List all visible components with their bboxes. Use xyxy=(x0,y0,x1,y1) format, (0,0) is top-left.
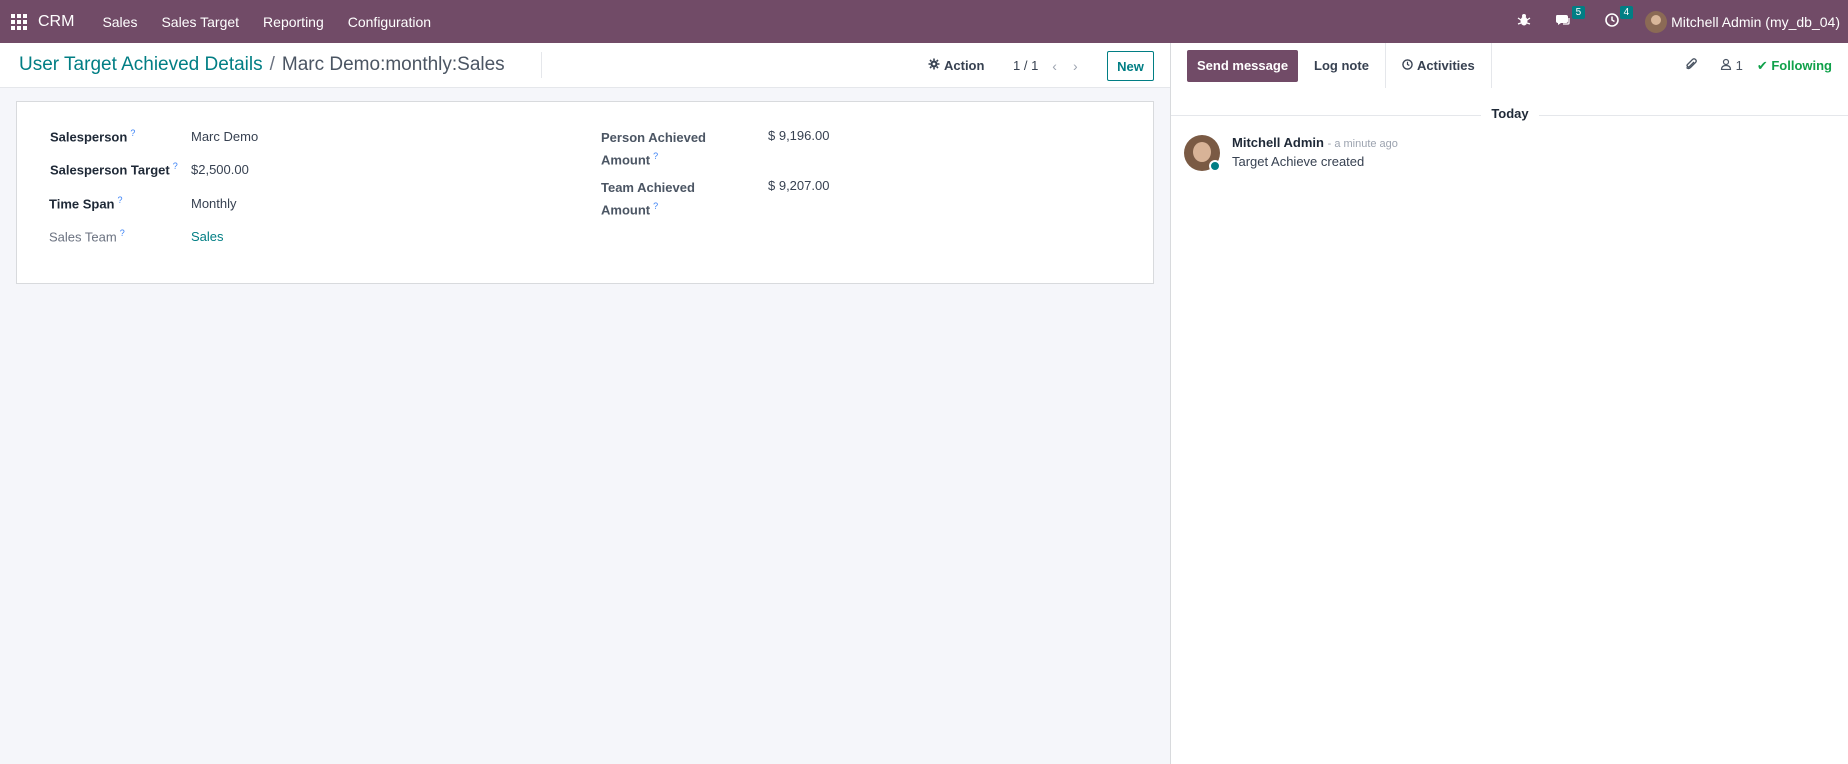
time-span-label: Time Span? xyxy=(49,195,123,212)
clock-icon xyxy=(1402,58,1413,73)
person-achieved-value: $ 9,196.00 xyxy=(768,128,830,143)
breadcrumb-divider xyxy=(540,52,542,78)
user-menu[interactable]: Mitchell Admin (my_db_04) xyxy=(1645,10,1840,33)
activities-button[interactable]: Activities xyxy=(1386,43,1492,88)
breadcrumb-separator: / xyxy=(269,54,275,75)
help-icon[interactable]: ? xyxy=(653,151,658,161)
help-icon[interactable]: ? xyxy=(130,128,135,138)
chevron-left-icon[interactable]: ‹ xyxy=(1052,58,1057,74)
menu-configuration[interactable]: Configuration xyxy=(336,14,443,30)
activities-count-badge: 4 xyxy=(1619,6,1634,19)
chevron-right-icon[interactable]: › xyxy=(1073,58,1078,74)
followers-button[interactable]: 1 xyxy=(1720,58,1743,73)
top-navbar: CRM Sales Sales Target Reporting Configu… xyxy=(0,0,1848,43)
form-sheet: Salesperson? Marc Demo Salesperson Targe… xyxy=(16,101,1154,284)
chatter-toolbar: Send message Log note Activities 1 ✔ Fol… xyxy=(1171,43,1848,88)
menu-reporting[interactable]: Reporting xyxy=(251,14,336,30)
menu-sales[interactable]: Sales xyxy=(90,14,149,30)
debug-bug-icon[interactable] xyxy=(1517,13,1531,30)
user-name: Mitchell Admin (my_db_04) xyxy=(1671,13,1840,30)
breadcrumb-current: Marc Demo:monthly:Sales xyxy=(281,54,505,75)
check-icon: ✔ xyxy=(1756,57,1768,73)
field-salesperson: Salesperson? xyxy=(50,128,135,144)
salesperson-target-value[interactable]: $2,500.00 xyxy=(191,162,249,177)
user-icon xyxy=(1720,58,1736,73)
pager-value[interactable]: 1 / 1 xyxy=(1013,58,1038,73)
user-avatar xyxy=(1645,10,1668,33)
field-sales-team: Sales Team? xyxy=(49,228,125,244)
apps-menu-icon[interactable] xyxy=(0,0,38,43)
field-team-achieved: Team Achieved Amount? xyxy=(601,178,695,219)
control-panel: User Target Achieved Details / Marc Demo… xyxy=(0,43,1170,88)
following-button[interactable]: ✔ Following xyxy=(1757,58,1832,74)
action-label: Action xyxy=(944,58,985,73)
chatter-message: Mitchell Admin - a minute ago Target Ach… xyxy=(1184,135,1398,172)
time-span-value[interactable]: Monthly xyxy=(191,196,237,211)
gear-icon xyxy=(928,58,940,73)
pager: 1 / 1 ‹ › xyxy=(1013,43,1078,88)
online-status-icon xyxy=(1209,160,1221,172)
app-brand[interactable]: CRM xyxy=(38,13,74,31)
salesperson-target-label: Salesperson Target? xyxy=(50,161,178,178)
message-author[interactable]: Mitchell Admin xyxy=(1232,135,1324,150)
menu-sales-target[interactable]: Sales Target xyxy=(149,14,251,30)
field-time-span: Time Span? xyxy=(49,195,123,211)
team-achieved-label-line2: Amount? xyxy=(601,201,659,218)
log-note-button[interactable]: Log note xyxy=(1298,43,1386,88)
new-record-button[interactable]: New xyxy=(1107,51,1154,81)
date-divider: Today xyxy=(1171,106,1848,121)
field-person-achieved: Person Achieved Amount? xyxy=(601,128,706,169)
team-achieved-label-line1: Team Achieved xyxy=(601,180,695,195)
breadcrumb-parent-link[interactable]: User Target Achieved Details xyxy=(19,54,263,76)
send-message-button[interactable]: Send message xyxy=(1187,49,1299,82)
salesperson-label: Salesperson? xyxy=(50,128,136,145)
help-icon[interactable]: ? xyxy=(653,201,658,211)
help-icon[interactable]: ? xyxy=(118,195,123,205)
field-salesperson-target: Salesperson Target? xyxy=(50,161,178,177)
help-icon[interactable]: ? xyxy=(120,228,125,238)
messages-chat-icon[interactable]: 5 xyxy=(1555,6,1586,30)
sales-team-label: Sales Team? xyxy=(49,228,125,245)
messages-count-badge: 5 xyxy=(1571,6,1586,19)
person-achieved-label-line2: Amount? xyxy=(601,151,659,168)
sales-team-value[interactable]: Sales xyxy=(191,229,224,244)
team-achieved-value: $ 9,207.00 xyxy=(768,178,830,193)
paperclip-icon[interactable] xyxy=(1684,57,1698,74)
message-time: - a minute ago xyxy=(1327,138,1398,150)
message-text: Target Achieve created xyxy=(1232,154,1365,169)
chatter-panel: Send message Log note Activities 1 ✔ Fol… xyxy=(1170,43,1848,764)
activities-label: Activities xyxy=(1416,58,1475,73)
following-label: Following xyxy=(1771,57,1832,73)
author-avatar[interactable] xyxy=(1184,135,1221,172)
action-menu-button[interactable]: Action xyxy=(928,43,984,88)
activities-clock-icon[interactable]: 4 xyxy=(1605,6,1634,30)
followers-count: 1 xyxy=(1735,58,1743,73)
breadcrumb: User Target Achieved Details / Marc Demo… xyxy=(19,52,542,78)
help-icon[interactable]: ? xyxy=(173,161,178,171)
person-achieved-label-line1: Person Achieved xyxy=(601,130,707,145)
salesperson-value[interactable]: Marc Demo xyxy=(191,129,258,144)
